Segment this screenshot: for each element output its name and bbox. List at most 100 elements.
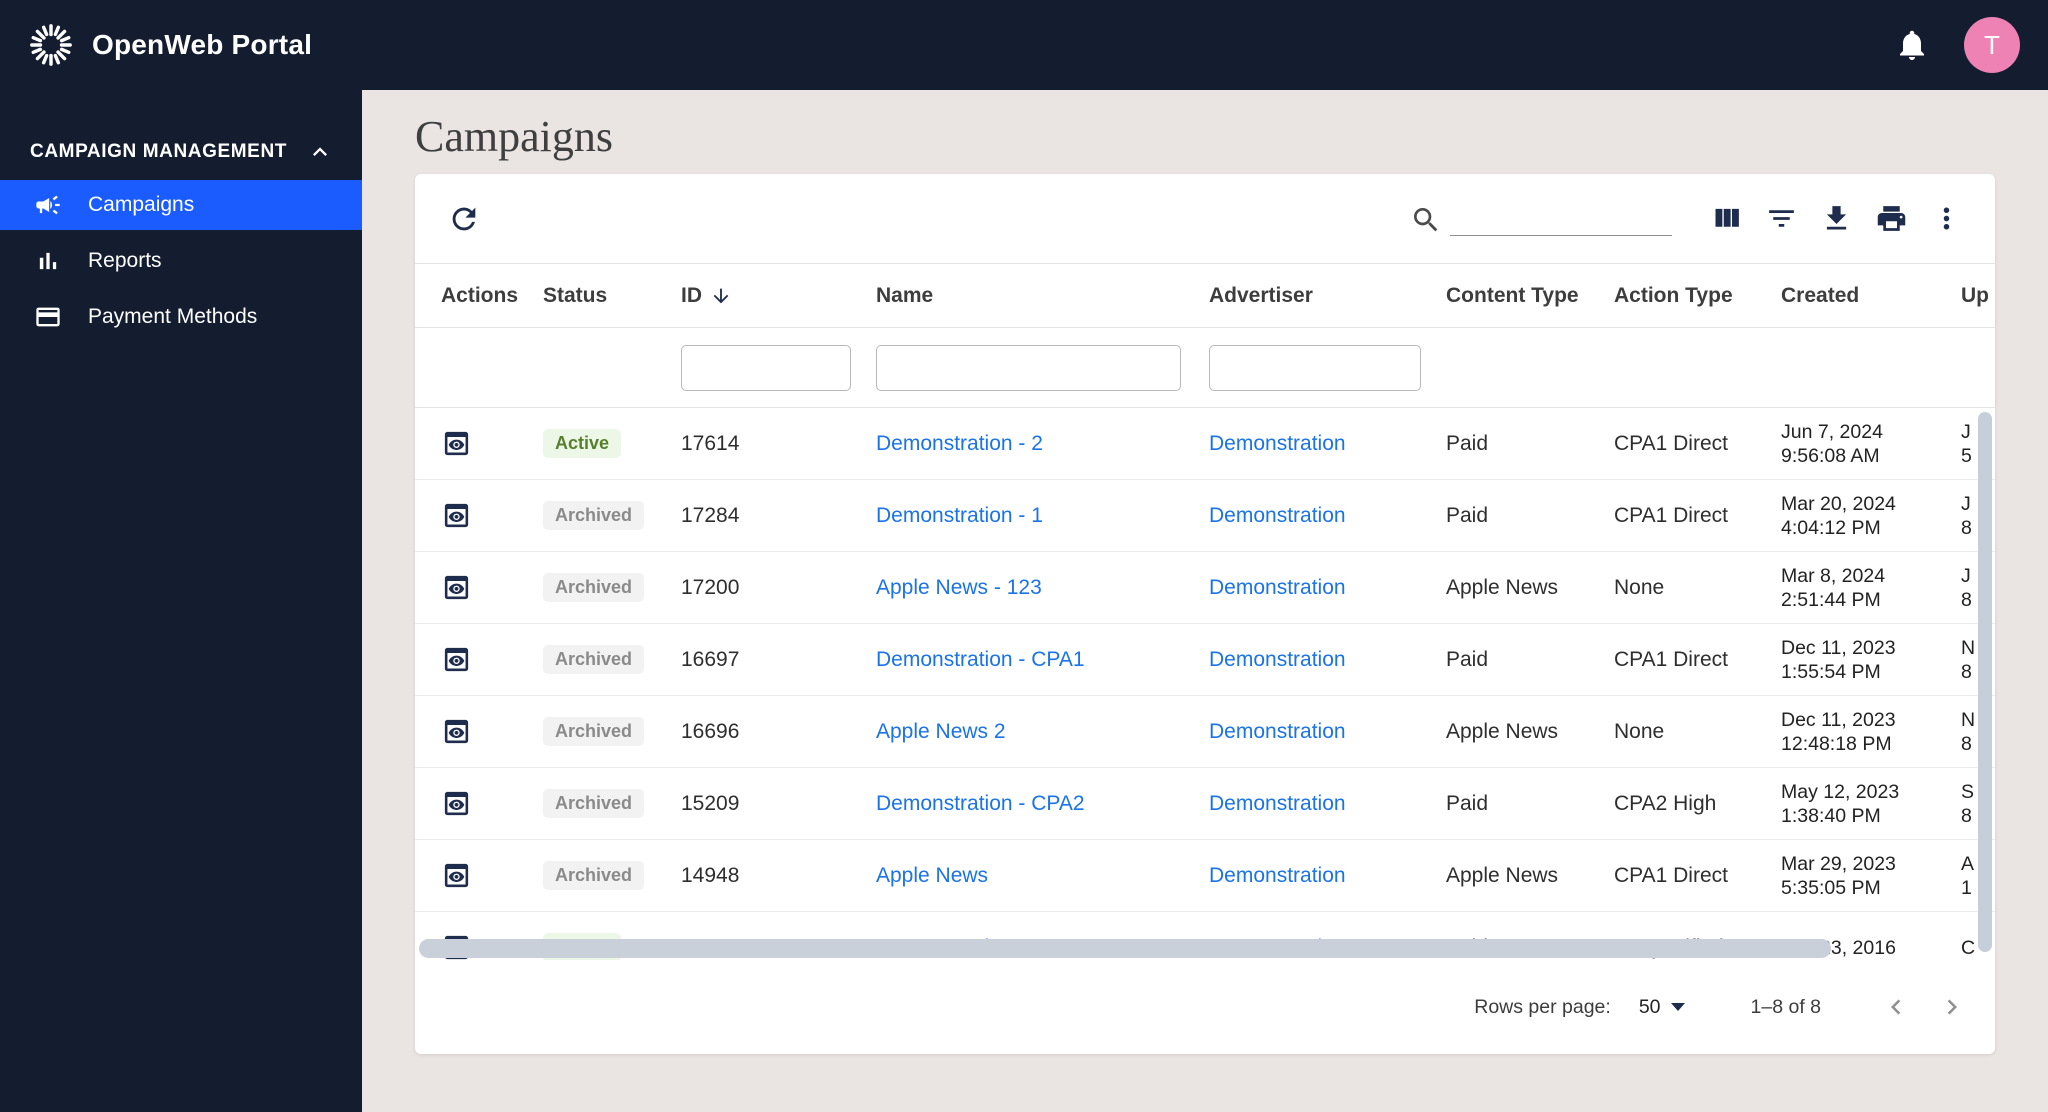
page-title: Campaigns [415, 112, 613, 161]
filter-input-name[interactable] [876, 344, 1181, 391]
campaign-id: 17200 [681, 575, 740, 599]
column-header-actions: Actions [441, 283, 519, 307]
preview-eye-icon[interactable] [441, 716, 472, 747]
status-chip: Active [543, 429, 622, 458]
horizontal-scrollbar[interactable] [419, 939, 1831, 958]
campaign-id: 15209 [681, 791, 740, 815]
action-type: None [1614, 719, 1665, 743]
column-header-action-type[interactable]: Action Type [1614, 284, 1781, 308]
table-row: Archived 15209 Demonstration - CPA2 Demo… [415, 768, 1995, 840]
campaign-id: 17284 [681, 503, 740, 527]
caret-down-icon [1670, 1003, 1685, 1011]
user-avatar[interactable]: T [1964, 17, 2020, 73]
chevron-up-icon [306, 138, 334, 166]
sidebar-section-label: CAMPAIGN MANAGEMENT [30, 141, 287, 162]
table-row: Active 17614 Demonstration - 2 Demonstra… [415, 408, 1995, 480]
table-row: Archived 16696 Apple News 2 Demonstratio… [415, 696, 1995, 768]
table-body: Active 17614 Demonstration - 2 Demonstra… [415, 408, 1995, 960]
campaign-name-link[interactable]: Apple News [876, 864, 988, 887]
notifications-bell-icon[interactable] [1894, 27, 1930, 63]
filter-input-advertiser[interactable] [1209, 344, 1421, 391]
campaign-name-link[interactable]: Demonstration - CPA1 [876, 648, 1085, 671]
sidebar-item-payment-methods[interactable]: Payment Methods [0, 292, 362, 342]
campaign-name-link[interactable]: Demonstration - 1 [876, 504, 1043, 527]
status-chip: Archived [543, 645, 645, 674]
action-type: CPA1 Direct [1614, 431, 1728, 455]
sort-desc-arrow-icon[interactable] [710, 285, 732, 307]
topbar: OpenWeb Portal T [0, 0, 2048, 90]
app-title: OpenWeb Portal [92, 29, 313, 60]
table-row: Archived 16697 Demonstration - CPA1 Demo… [415, 624, 1995, 696]
print-icon[interactable] [1875, 202, 1908, 235]
advertiser-link[interactable]: Demonstration [1209, 792, 1346, 815]
preview-eye-icon[interactable] [441, 644, 472, 675]
search-input[interactable] [1450, 201, 1672, 236]
preview-eye-icon[interactable] [441, 788, 472, 819]
main-content: Campaigns Actions Status ID Name Adverti… [362, 90, 2048, 1112]
column-header-created[interactable]: Created [1781, 284, 1961, 308]
avatar-letter: T [1984, 29, 2000, 60]
starburst-logo-icon [28, 22, 74, 68]
column-header-advertiser[interactable]: Advertiser [1209, 284, 1446, 308]
rows-per-page-select[interactable]: 50 [1639, 996, 1685, 1019]
created-datetime: Dec 11, 2023 1:55:54 PM [1781, 636, 1896, 683]
advertiser-link[interactable]: Demonstration [1209, 864, 1346, 887]
content-type: Paid [1446, 791, 1489, 815]
action-type: CPA1 Direct [1614, 503, 1728, 527]
sidebar-item-campaigns[interactable]: Campaigns [0, 180, 362, 230]
campaign-name-link[interactable]: Demonstration - 2 [876, 432, 1043, 455]
created-datetime: Mar 29, 2023 5:35:05 PM [1781, 852, 1896, 899]
table-toolbar [415, 174, 1995, 264]
table-rows: Active 17614 Demonstration - 2 Demonstra… [415, 408, 1995, 960]
campaign-id: 16696 [681, 719, 740, 743]
content-type: Paid [1446, 431, 1489, 455]
advertiser-link[interactable]: Demonstration [1209, 720, 1346, 743]
advertiser-link[interactable]: Demonstration [1209, 504, 1346, 527]
advertiser-link[interactable]: Demonstration [1209, 648, 1346, 671]
campaign-name-link[interactable]: Apple News - 123 [876, 576, 1042, 599]
created-datetime: May 12, 2023 1:38:40 PM [1781, 780, 1900, 827]
content-type: Paid [1446, 503, 1489, 527]
column-header-id[interactable]: ID [681, 284, 876, 308]
campaign-id: 16697 [681, 647, 740, 671]
vertical-scrollbar[interactable] [1978, 412, 1992, 952]
download-icon[interactable] [1820, 202, 1853, 235]
content-type: Paid [1446, 647, 1489, 671]
status-chip: Archived [543, 501, 645, 530]
column-header-content-type[interactable]: Content Type [1446, 284, 1614, 308]
sidebar-item-label: Reports [88, 249, 162, 272]
sidebar-item-reports[interactable]: Reports [0, 236, 362, 286]
next-page-icon[interactable] [1937, 992, 1967, 1022]
sidebar: CAMPAIGN MANAGEMENT Campaigns Reports Pa… [0, 90, 362, 1112]
filter-input-id[interactable] [681, 344, 851, 391]
previous-page-icon[interactable] [1881, 992, 1911, 1022]
pagination-range: 1–8 of 8 [1750, 995, 1821, 1018]
preview-eye-icon[interactable] [441, 500, 472, 531]
column-header-status[interactable]: Status [543, 284, 681, 308]
preview-eye-icon[interactable] [441, 860, 472, 891]
sidebar-nav: Campaigns Reports Payment Methods [0, 180, 362, 342]
rows-per-page-label: Rows per page: [1474, 995, 1611, 1018]
column-header-updated[interactable]: Up [1961, 284, 1995, 308]
sidebar-section-campaign-management[interactable]: CAMPAIGN MANAGEMENT [0, 130, 362, 174]
campaign-name-link[interactable]: Demonstration - CPA2 [876, 792, 1085, 815]
search-icon [1410, 204, 1442, 236]
view-columns-icon[interactable] [1710, 202, 1743, 235]
advertiser-link[interactable]: Demonstration [1209, 576, 1346, 599]
preview-eye-icon[interactable] [441, 428, 472, 459]
campaign-id: 17614 [681, 431, 740, 455]
kebab-menu-icon[interactable] [1930, 202, 1963, 235]
status-chip: Archived [543, 717, 645, 746]
rows-per-page-value: 50 [1638, 995, 1661, 1018]
preview-eye-icon[interactable] [441, 572, 472, 603]
advertiser-link[interactable]: Demonstration [1209, 432, 1346, 455]
filter-icon[interactable] [1765, 202, 1798, 235]
table-filter-row [415, 328, 1995, 408]
campaigns-table-card: Actions Status ID Name Advertiser Conten… [415, 174, 1995, 1054]
refresh-icon[interactable] [447, 202, 481, 236]
column-header-name[interactable]: Name [876, 284, 1209, 308]
table-row: Archived 17284 Demonstration - 1 Demonst… [415, 480, 1995, 552]
campaign-name-link[interactable]: Apple News 2 [876, 720, 1006, 743]
sidebar-item-label: Campaigns [88, 193, 195, 216]
table-row: Archived 14948 Apple News Demonstration … [415, 840, 1995, 912]
